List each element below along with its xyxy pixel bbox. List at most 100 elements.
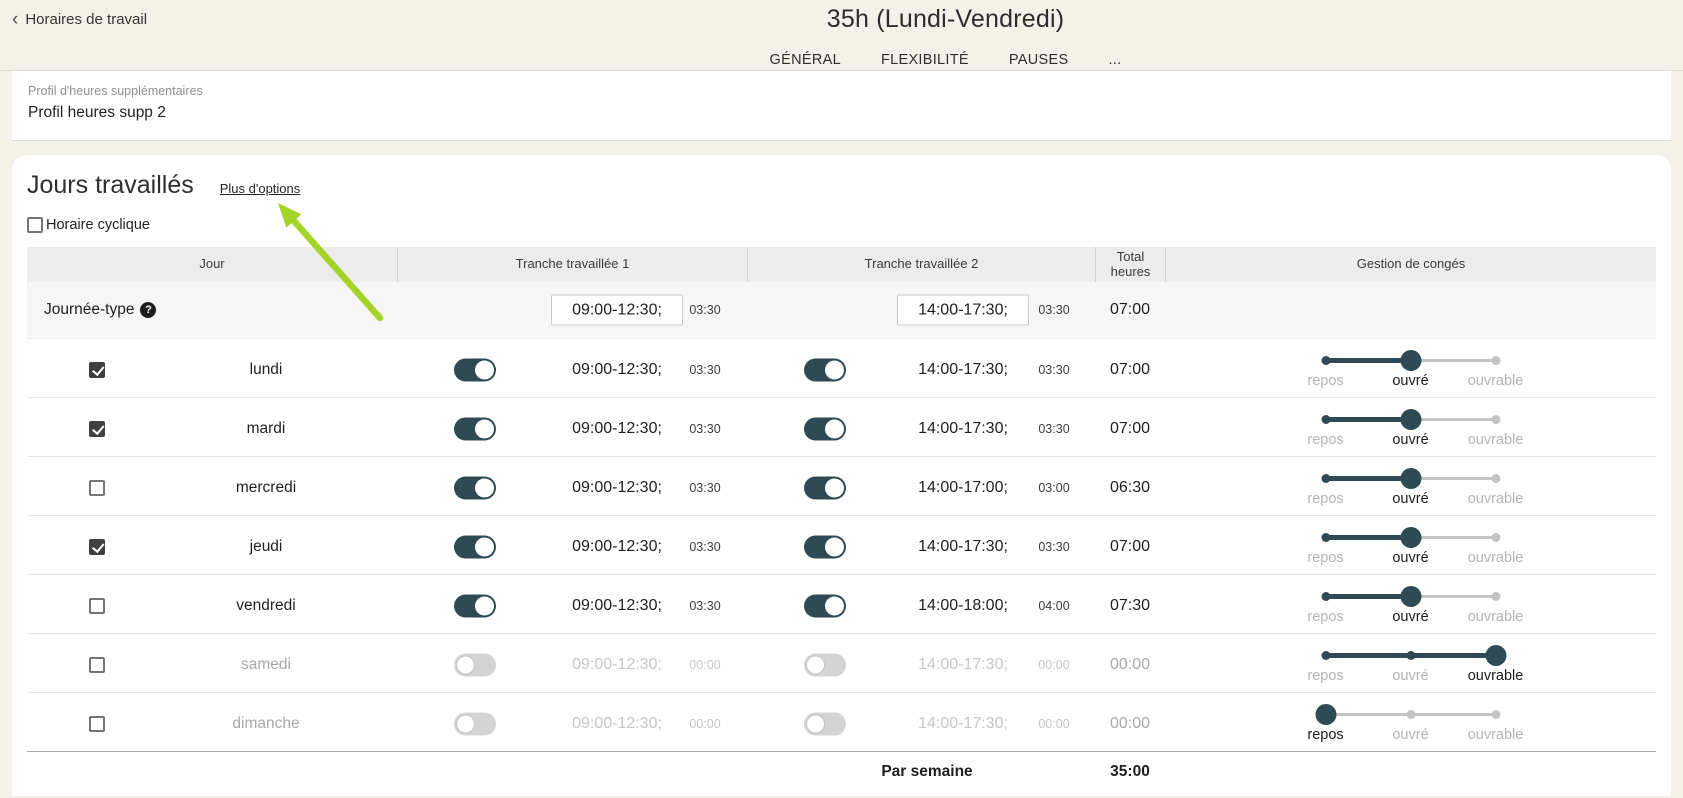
- slot2-toggle[interactable]: [804, 358, 846, 381]
- slider-dot-ouvrable[interactable]: [1491, 474, 1500, 483]
- slider-dot-ouvre[interactable]: [1406, 651, 1415, 660]
- slot2-time: 14:00-17:30;: [918, 420, 1008, 438]
- slider-dot-ouvrable[interactable]: [1491, 592, 1500, 601]
- slider-label-ouvre: ouvré: [1392, 668, 1428, 684]
- toggle-knob: [456, 655, 475, 674]
- slot1-duration: 03:30: [689, 422, 720, 436]
- slider-dot-repos[interactable]: [1321, 474, 1330, 483]
- slider-label-repos: repos: [1307, 550, 1343, 566]
- slot1-time: 09:00-12:30;: [572, 715, 662, 733]
- section-title: Jours travaillés: [27, 171, 194, 200]
- toggle-knob: [475, 478, 494, 497]
- slot1-toggle[interactable]: [454, 712, 496, 735]
- slider-label-repos: repos: [1307, 668, 1343, 684]
- tab-general[interactable]: GÉNÉRAL: [768, 48, 843, 72]
- slot1-toggle[interactable]: [454, 653, 496, 676]
- leave-slider[interactable]: repos ouvré ouvrable: [1322, 407, 1500, 459]
- slot2-duration: 03:30: [1038, 422, 1069, 436]
- per-week-label: Par semaine: [881, 763, 972, 781]
- day-label: dimanche: [232, 715, 299, 733]
- slot1-duration: 03:30: [689, 481, 720, 495]
- slider-knob[interactable]: [1400, 350, 1421, 371]
- cyclic-checkbox[interactable]: [27, 217, 43, 233]
- slider-knob[interactable]: [1400, 409, 1421, 430]
- day-checkbox[interactable]: [89, 539, 105, 555]
- slot2-toggle[interactable]: [804, 476, 846, 499]
- slider-dot-ouvrable[interactable]: [1491, 710, 1500, 719]
- slot1-time: 09:00-12:30;: [572, 538, 662, 556]
- slider-dot-repos[interactable]: [1321, 592, 1330, 601]
- day-label: mercredi: [236, 479, 296, 497]
- day-checkbox[interactable]: [89, 480, 105, 496]
- slot1-toggle[interactable]: [454, 594, 496, 617]
- slider-knob[interactable]: [1400, 468, 1421, 489]
- template-day-row: Journée-type ? 03:30 03:30 07:00: [27, 282, 1656, 339]
- header-center: 35h (Lundi-Vendredi) GÉNÉRAL FLEXIBILITÉ P…: [104, 0, 1683, 70]
- slot2-toggle[interactable]: [804, 535, 846, 558]
- slider-label-ouvrable: ouvrable: [1468, 609, 1524, 625]
- slot2-toggle[interactable]: [804, 712, 846, 735]
- slider-knob[interactable]: [1485, 645, 1506, 666]
- template-slot2-input[interactable]: [897, 295, 1029, 326]
- slot1-duration: 00:00: [689, 717, 720, 731]
- day-checkbox[interactable]: [89, 657, 105, 673]
- leave-slider[interactable]: repos ouvré ouvrable: [1322, 702, 1500, 754]
- leave-slider[interactable]: repos ouvré ouvrable: [1322, 525, 1500, 577]
- slider-label-ouvrable: ouvrable: [1468, 727, 1524, 743]
- help-icon[interactable]: ?: [140, 302, 156, 318]
- slot1-toggle[interactable]: [454, 358, 496, 381]
- tab-pauses[interactable]: PAUSES: [1007, 48, 1071, 72]
- slot2-toggle[interactable]: [804, 653, 846, 676]
- slot1-time: 09:00-12:30;: [572, 420, 662, 438]
- slot2-time: 14:00-17:30;: [918, 361, 1008, 379]
- slot1-toggle[interactable]: [454, 476, 496, 499]
- slider-dot-repos[interactable]: [1321, 651, 1330, 660]
- slider-knob[interactable]: [1400, 586, 1421, 607]
- leave-slider[interactable]: repos ouvré ouvrable: [1322, 584, 1500, 636]
- day-checkbox[interactable]: [89, 716, 105, 732]
- page-title: 35h (Lundi-Vendredi): [827, 5, 1065, 34]
- slot2-duration: 04:00: [1038, 599, 1069, 613]
- slider-dot-ouvrable[interactable]: [1491, 415, 1500, 424]
- header-slot2: Tranche travaillée 2: [747, 247, 1095, 282]
- slider-label-ouvrable: ouvrable: [1468, 491, 1524, 507]
- slot2-toggle[interactable]: [804, 417, 846, 440]
- day-label: vendredi: [236, 597, 295, 615]
- slider-label-repos: repos: [1307, 432, 1343, 448]
- day-checkbox[interactable]: [89, 421, 105, 437]
- slider-knob[interactable]: [1400, 527, 1421, 548]
- slot2-time: 14:00-17:30;: [918, 656, 1008, 674]
- slider-dot-repos[interactable]: [1321, 533, 1330, 542]
- day-checkbox[interactable]: [89, 362, 105, 378]
- slot2-time: 14:00-17:30;: [918, 538, 1008, 556]
- slider-dot-repos[interactable]: [1321, 356, 1330, 365]
- day-label: lundi: [250, 361, 283, 379]
- per-week-total: 35:00: [1110, 763, 1150, 781]
- table-footer-row: Par semaine 35:00: [27, 751, 1656, 791]
- day-label: mardi: [247, 420, 286, 438]
- cyclic-schedule-option[interactable]: Horaire cyclique: [27, 217, 150, 233]
- slider-dot-ouvrable[interactable]: [1491, 356, 1500, 365]
- leave-slider[interactable]: repos ouvré ouvrable: [1322, 466, 1500, 518]
- template-slot1-input[interactable]: [551, 295, 683, 326]
- slot2-duration: 03:30: [1038, 363, 1069, 377]
- template-slot2-duration: 03:30: [1038, 303, 1069, 317]
- leave-slider[interactable]: repos ouvré ouvrable: [1322, 643, 1500, 695]
- slider-label-ouvre: ouvré: [1392, 727, 1428, 743]
- slider-knob[interactable]: [1315, 704, 1336, 725]
- slot1-toggle[interactable]: [454, 417, 496, 440]
- table-row: mardi 09:00-12:30; 03:30 14:00-17:30; 03…: [27, 398, 1656, 457]
- leave-slider[interactable]: repos ouvré ouvrable: [1322, 348, 1500, 400]
- tab-flexibilite[interactable]: FLEXIBILITÉ: [879, 48, 971, 72]
- day-checkbox[interactable]: [89, 598, 105, 614]
- slot1-toggle[interactable]: [454, 535, 496, 558]
- slider-dot-repos[interactable]: [1321, 415, 1330, 424]
- slot2-toggle[interactable]: [804, 594, 846, 617]
- tab-more[interactable]: ...: [1106, 48, 1123, 72]
- slider-dot-ouvrable[interactable]: [1491, 533, 1500, 542]
- more-options-link[interactable]: Plus d'options: [220, 181, 301, 196]
- template-slot1-duration: 03:30: [689, 303, 720, 317]
- toggle-knob: [475, 360, 494, 379]
- slider-dot-ouvre[interactable]: [1406, 710, 1415, 719]
- slot2-time: 14:00-17:00;: [918, 479, 1008, 497]
